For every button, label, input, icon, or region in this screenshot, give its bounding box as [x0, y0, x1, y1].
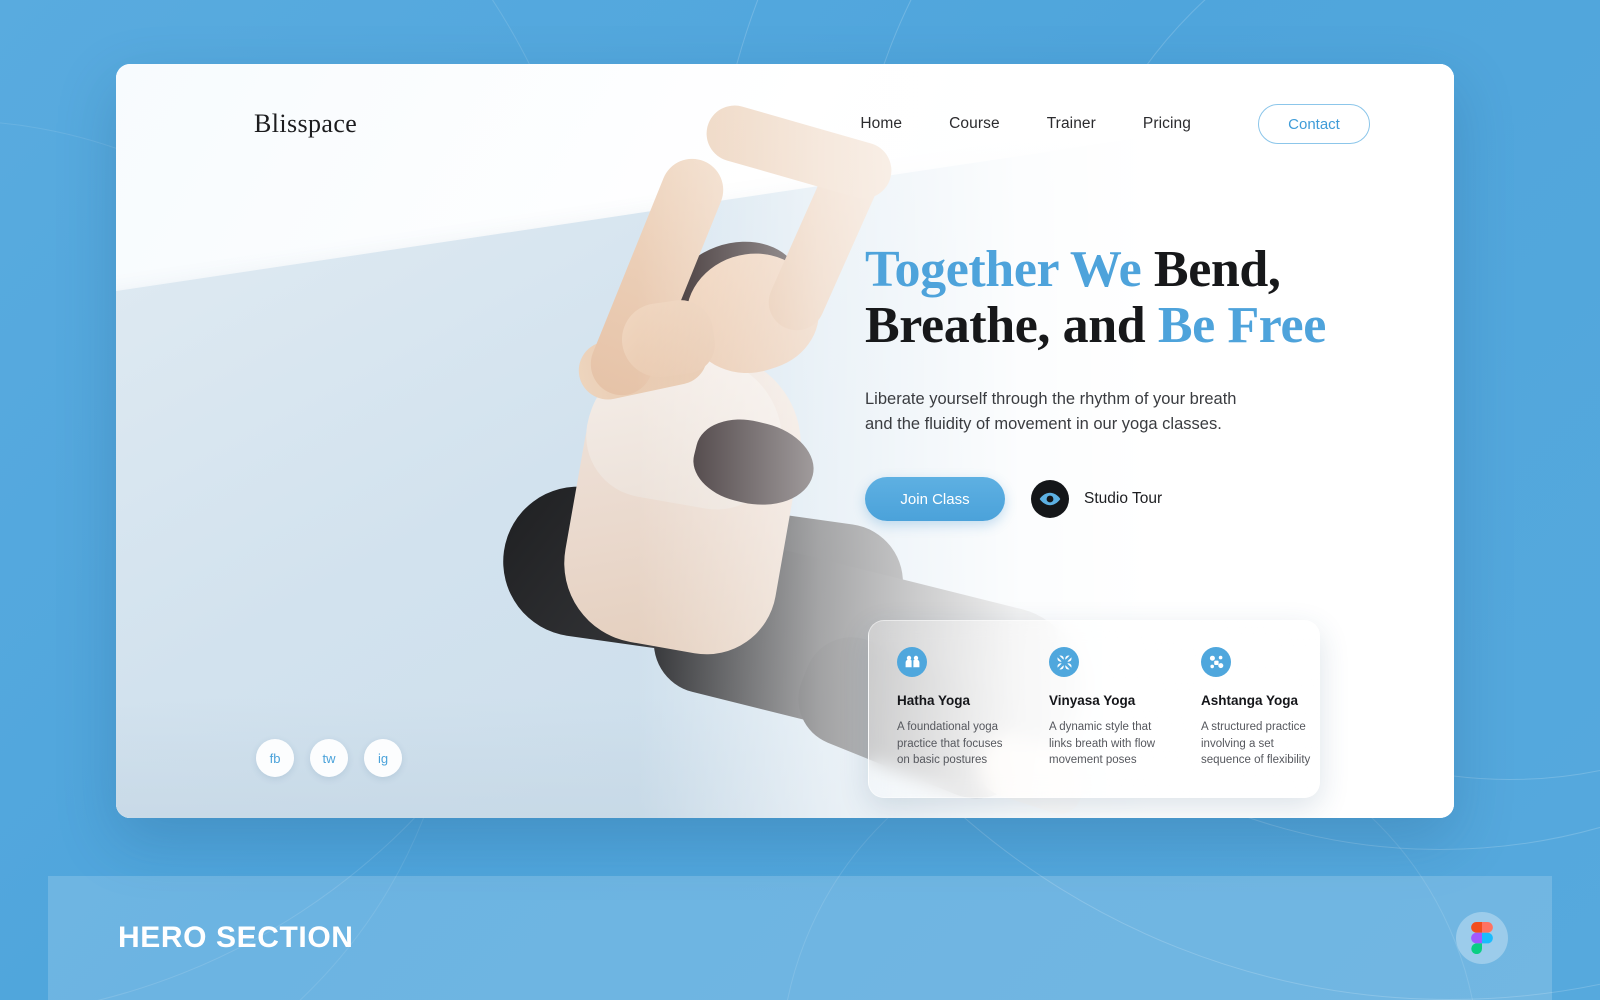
nav-item-course[interactable]: Course: [949, 115, 1000, 133]
class-card-ashtanga[interactable]: Ashtanga Yoga A structured practice invo…: [1201, 647, 1319, 797]
headline-accent-1: Together We: [865, 241, 1142, 298]
figma-logo[interactable]: [1456, 912, 1508, 964]
class-cards-panel: Hatha Yoga A foundational yoga practice …: [868, 620, 1320, 798]
social-instagram-button[interactable]: ig: [364, 739, 402, 777]
join-class-button[interactable]: Join Class: [865, 477, 1005, 522]
social-facebook-button[interactable]: fb: [256, 739, 294, 777]
footer-label-bar: HERO SECTION: [48, 876, 1552, 1000]
brand-logo[interactable]: Blisspace: [254, 109, 357, 139]
hero-headline: Together We Bend, Breathe, and Be Free: [865, 242, 1365, 353]
class-card-title: Ashtanga Yoga: [1201, 693, 1299, 708]
class-card-description: A dynamic style that links breath with f…: [1049, 721, 1156, 767]
network-nodes-icon: [1201, 647, 1231, 677]
studio-tour-label: Studio Tour: [1084, 490, 1163, 508]
nav-item-pricing[interactable]: Pricing: [1143, 115, 1191, 133]
hero-copy: Together We Bend, Breathe, and Be Free L…: [865, 242, 1365, 522]
class-card-title: Hatha Yoga: [897, 693, 971, 708]
studio-tour-button[interactable]: Studio Tour: [1031, 480, 1163, 519]
contact-button[interactable]: Contact: [1258, 104, 1370, 144]
class-card-description: A structured practice involving a set se…: [1201, 721, 1311, 767]
headline-accent-2: Be Free: [1157, 296, 1326, 354]
nav-item-home[interactable]: Home: [860, 115, 902, 133]
main-navigation: Home Course Trainer Pricing Contact: [860, 104, 1370, 144]
site-header: Blisspace Home Course Trainer Pricing Co…: [116, 64, 1454, 184]
class-card-description: A foundational yoga practice that focuse…: [897, 721, 1003, 767]
nav-item-trainer[interactable]: Trainer: [1047, 115, 1096, 133]
headline-dark-1: Bend,: [1141, 241, 1281, 298]
hero-actions: Join Class Studio Tour: [865, 477, 1365, 522]
headline-dark-2: Breathe, and: [865, 296, 1158, 354]
eye-icon: [1031, 480, 1069, 519]
hero-section-card: Blisspace Home Course Trainer Pricing Co…: [116, 64, 1454, 818]
social-links: fb tw ig: [256, 739, 402, 777]
class-card-title: Vinyasa Yoga: [1049, 693, 1136, 708]
footer-title: HERO SECTION: [118, 921, 354, 954]
social-twitter-button[interactable]: tw: [310, 739, 348, 777]
two-people-icon: [897, 647, 927, 677]
class-card-vinyasa[interactable]: Vinyasa Yoga A dynamic style that links …: [1049, 647, 1167, 797]
four-petal-icon: [1049, 647, 1079, 677]
hero-subtitle: Liberate yourself through the rhythm of …: [865, 390, 1237, 434]
class-card-hatha[interactable]: Hatha Yoga A foundational yoga practice …: [897, 647, 1015, 797]
